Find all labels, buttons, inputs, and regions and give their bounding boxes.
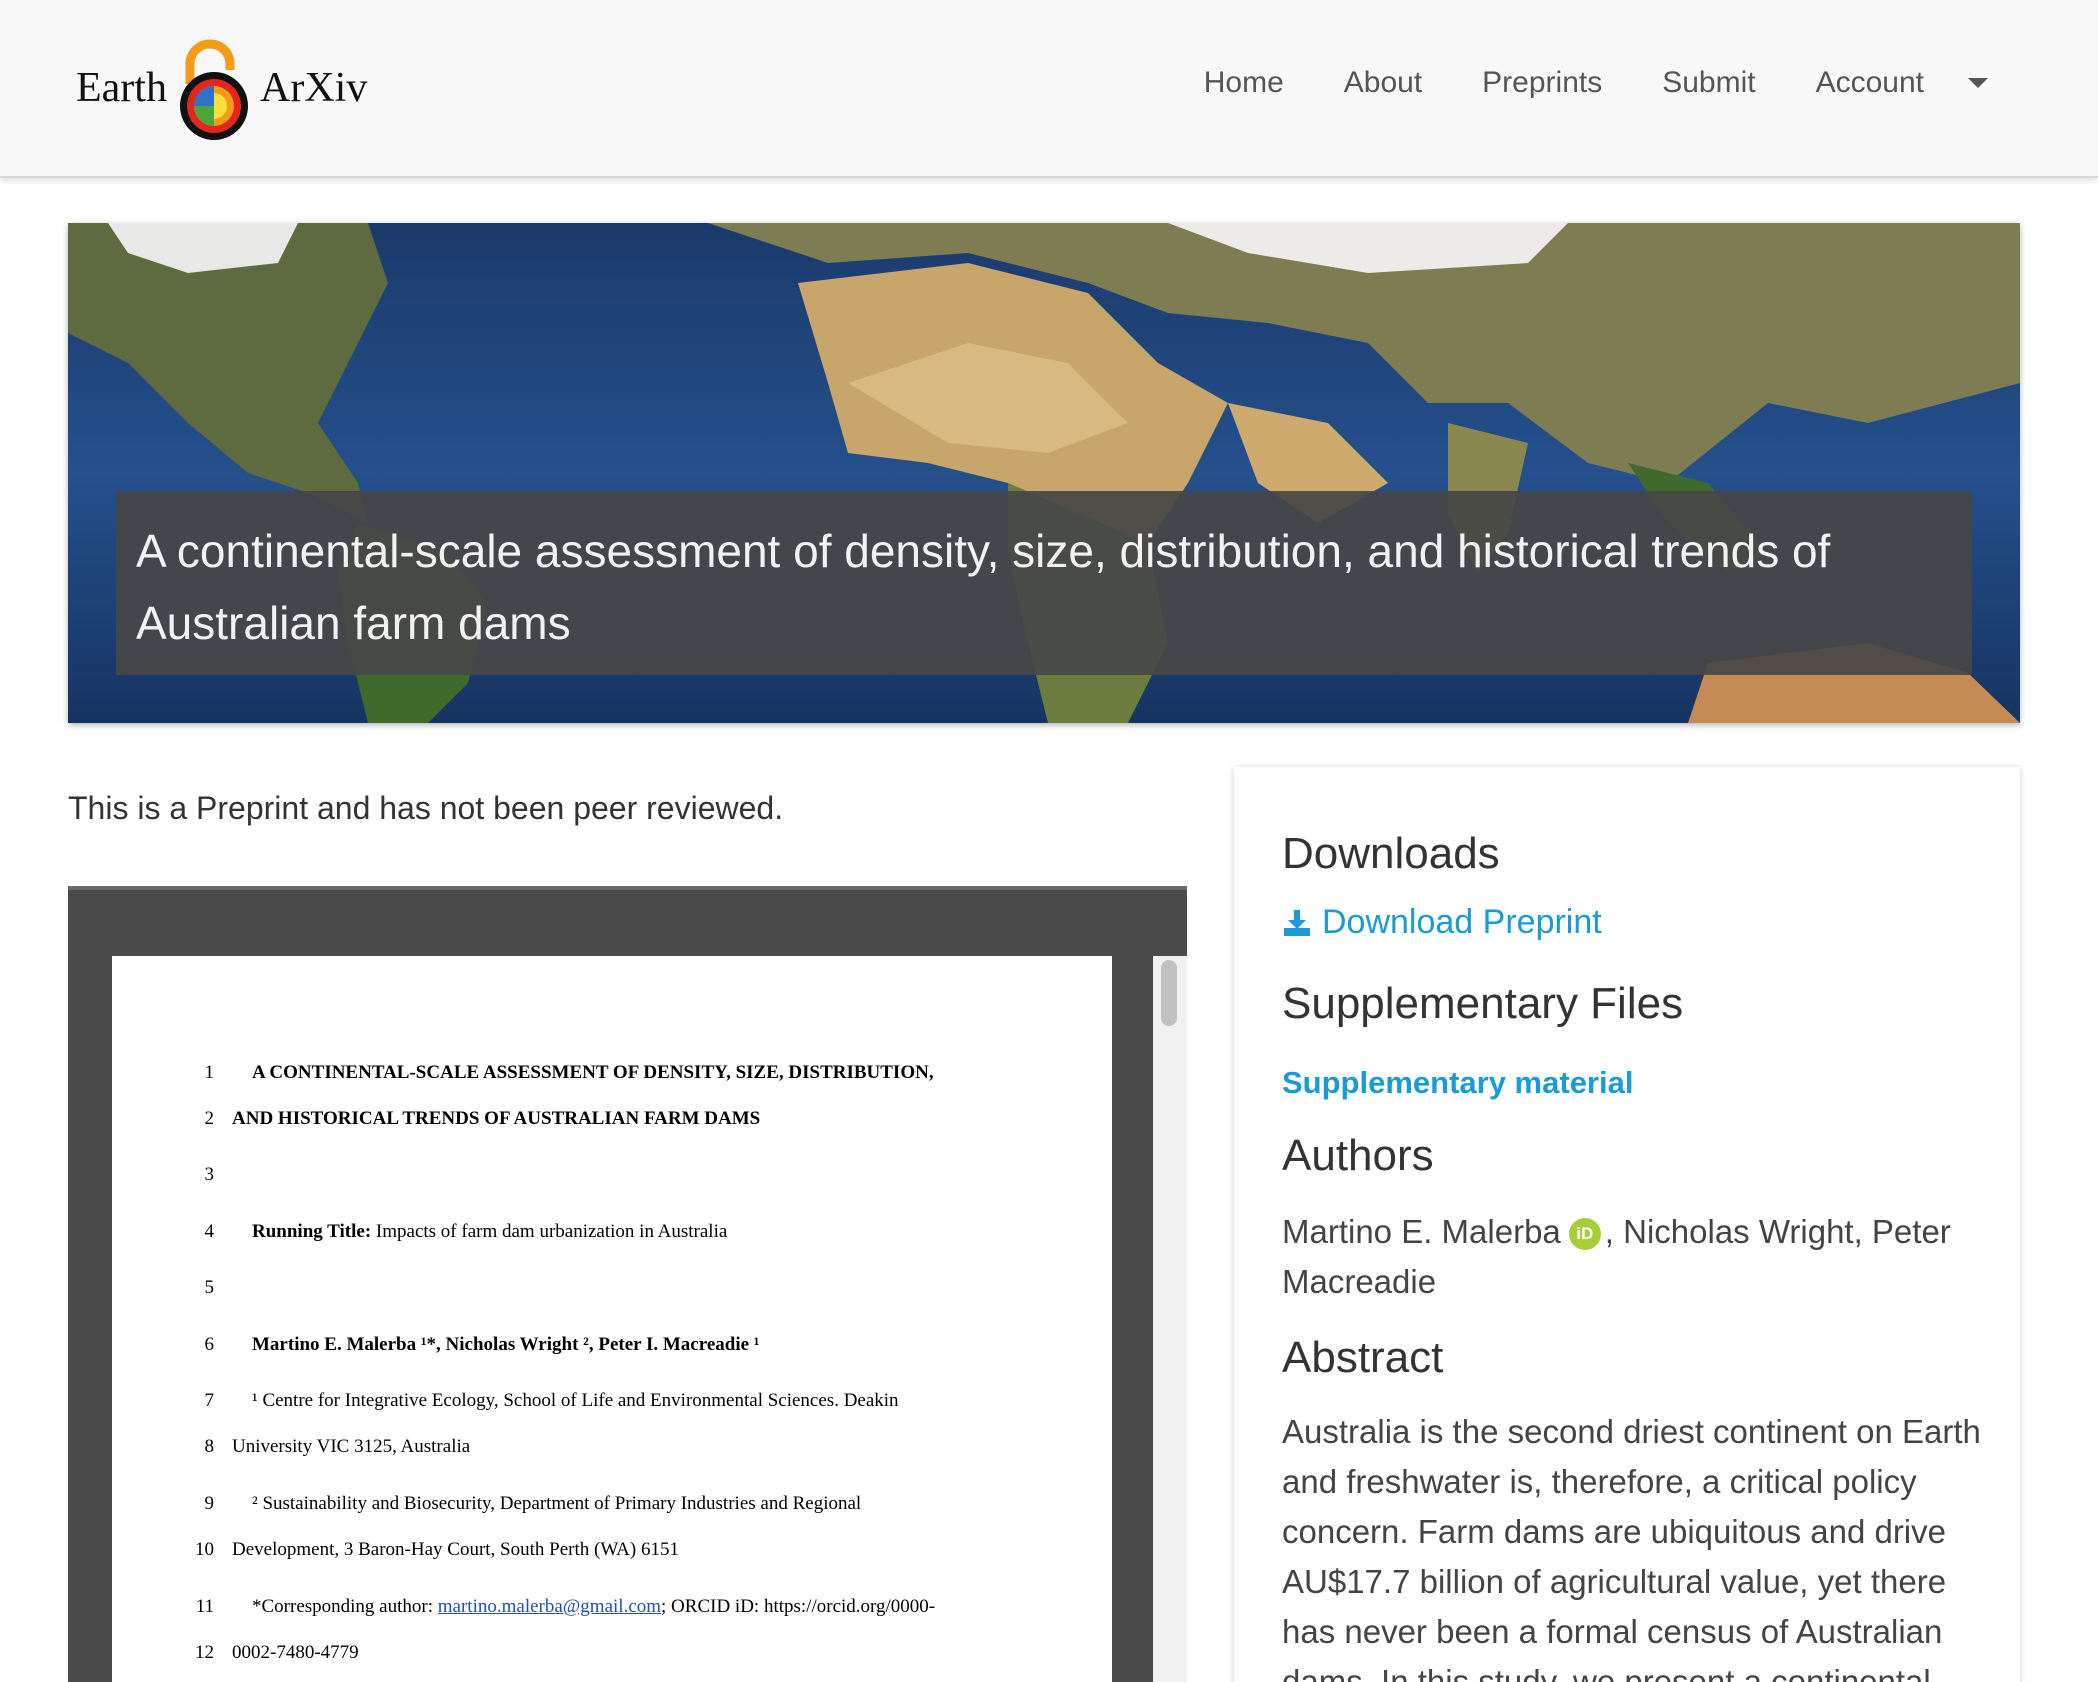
nav-submit[interactable]: Submit	[1662, 66, 1755, 100]
pdf-viewer[interactable]: 1 A CONTINENTAL-SCALE ASSESSMENT OF DENS…	[68, 886, 1187, 1682]
scrollbar-thumb[interactable]	[1161, 960, 1177, 1026]
pdf-line: Development, 3 Baron-Hay Court, South Pe…	[232, 1539, 679, 1560]
line-number: 11	[195, 1596, 214, 1617]
preprint-title: A continental-scale assessment of densit…	[116, 491, 1972, 675]
hero-banner: A continental-scale assessment of densit…	[68, 223, 2020, 723]
abstract-text: Australia is the second driest continent…	[1282, 1413, 1981, 1682]
line-number: 3	[204, 1164, 215, 1185]
supplementary-files-heading: Supplementary Files	[1282, 979, 1684, 1028]
nav-account[interactable]: Account	[1816, 66, 1924, 100]
line-number: 12	[195, 1642, 214, 1663]
pdf-line: AND HISTORICAL TRENDS OF AUSTRALIAN FARM…	[232, 1108, 761, 1129]
preprint-sidebar: Downloads Download Preprint Supplementar…	[1234, 767, 2020, 1682]
corresponding-author-label: *Corresponding author:	[252, 1596, 438, 1617]
downloads-heading: Downloads	[1282, 829, 1500, 878]
line-number: 5	[204, 1277, 215, 1298]
main-nav: Home About Preprints Submit Account	[1144, 66, 1988, 100]
peer-review-notice: This is a Preprint and has not been peer…	[68, 790, 784, 826]
orcid-icon[interactable]: iD	[1568, 1218, 1601, 1250]
line-number: 2	[204, 1108, 215, 1129]
line-number: 7	[204, 1390, 215, 1411]
earth-arxiv-logo[interactable]: Earth ArXiv	[76, 34, 376, 144]
pdf-line: ¹ Centre for Integrative Ecology, School…	[252, 1390, 899, 1411]
top-navbar: Earth ArXiv Home About Preprints Submit …	[0, 0, 2098, 178]
pdf-scrollbar[interactable]	[1153, 956, 1187, 1682]
open-lock-globe-icon	[180, 39, 248, 140]
abstract-heading: Abstract	[1282, 1333, 1444, 1382]
line-number: 4	[204, 1221, 215, 1242]
logo-text-earth: Earth	[76, 65, 167, 111]
pdf-line: ² Sustainability and Biosecurity, Depart…	[252, 1493, 862, 1514]
line-number: 1	[204, 1062, 215, 1083]
chevron-down-icon[interactable]	[1968, 78, 1988, 88]
pdf-line: A CONTINENTAL-SCALE ASSESSMENT OF DENSIT…	[252, 1062, 934, 1083]
nav-about[interactable]: About	[1344, 66, 1422, 100]
running-title-text: Impacts of farm dam urbanization in Aust…	[371, 1221, 728, 1242]
pdf-line: *Corresponding author: martino.malerba@g…	[252, 1596, 935, 1618]
nav-home[interactable]: Home	[1204, 66, 1284, 100]
logo-text-arxiv: ArXiv	[260, 65, 368, 111]
author-list: Martino E. Malerba iD, Nicholas Wright, P…	[1282, 1207, 1982, 1307]
pdf-line: Martino E. Malerba ¹*, Nicholas Wright ²…	[252, 1334, 760, 1355]
nav-preprints[interactable]: Preprints	[1482, 66, 1602, 100]
supplementary-material-link[interactable]: Supplementary material	[1282, 1065, 1633, 1101]
authors-heading: Authors	[1282, 1131, 1434, 1180]
line-number: 6	[204, 1334, 215, 1355]
pdf-line: Running Title: Impacts of farm dam urban…	[252, 1221, 727, 1243]
pdf-page: 1 A CONTINENTAL-SCALE ASSESSMENT OF DENS…	[112, 956, 1112, 1682]
running-title-label: Running Title:	[252, 1221, 372, 1242]
pdf-line: 0002-7480-4779	[232, 1642, 359, 1663]
author-email-link[interactable]: martino.malerba@gmail.com	[438, 1596, 661, 1617]
download-icon	[1284, 909, 1310, 936]
line-number: 10	[195, 1539, 214, 1560]
pdf-line: University VIC 3125, Australia	[232, 1436, 471, 1457]
line-number: 9	[204, 1493, 215, 1514]
download-preprint-link[interactable]: Download Preprint	[1282, 903, 1602, 942]
download-preprint-label: Download Preprint	[1322, 903, 1602, 941]
orcid-text: ; ORCID iD: https://orcid.org/0000-	[661, 1596, 936, 1617]
line-number: 8	[204, 1436, 215, 1457]
author-name[interactable]: Martino E. Malerba	[1282, 1213, 1561, 1250]
